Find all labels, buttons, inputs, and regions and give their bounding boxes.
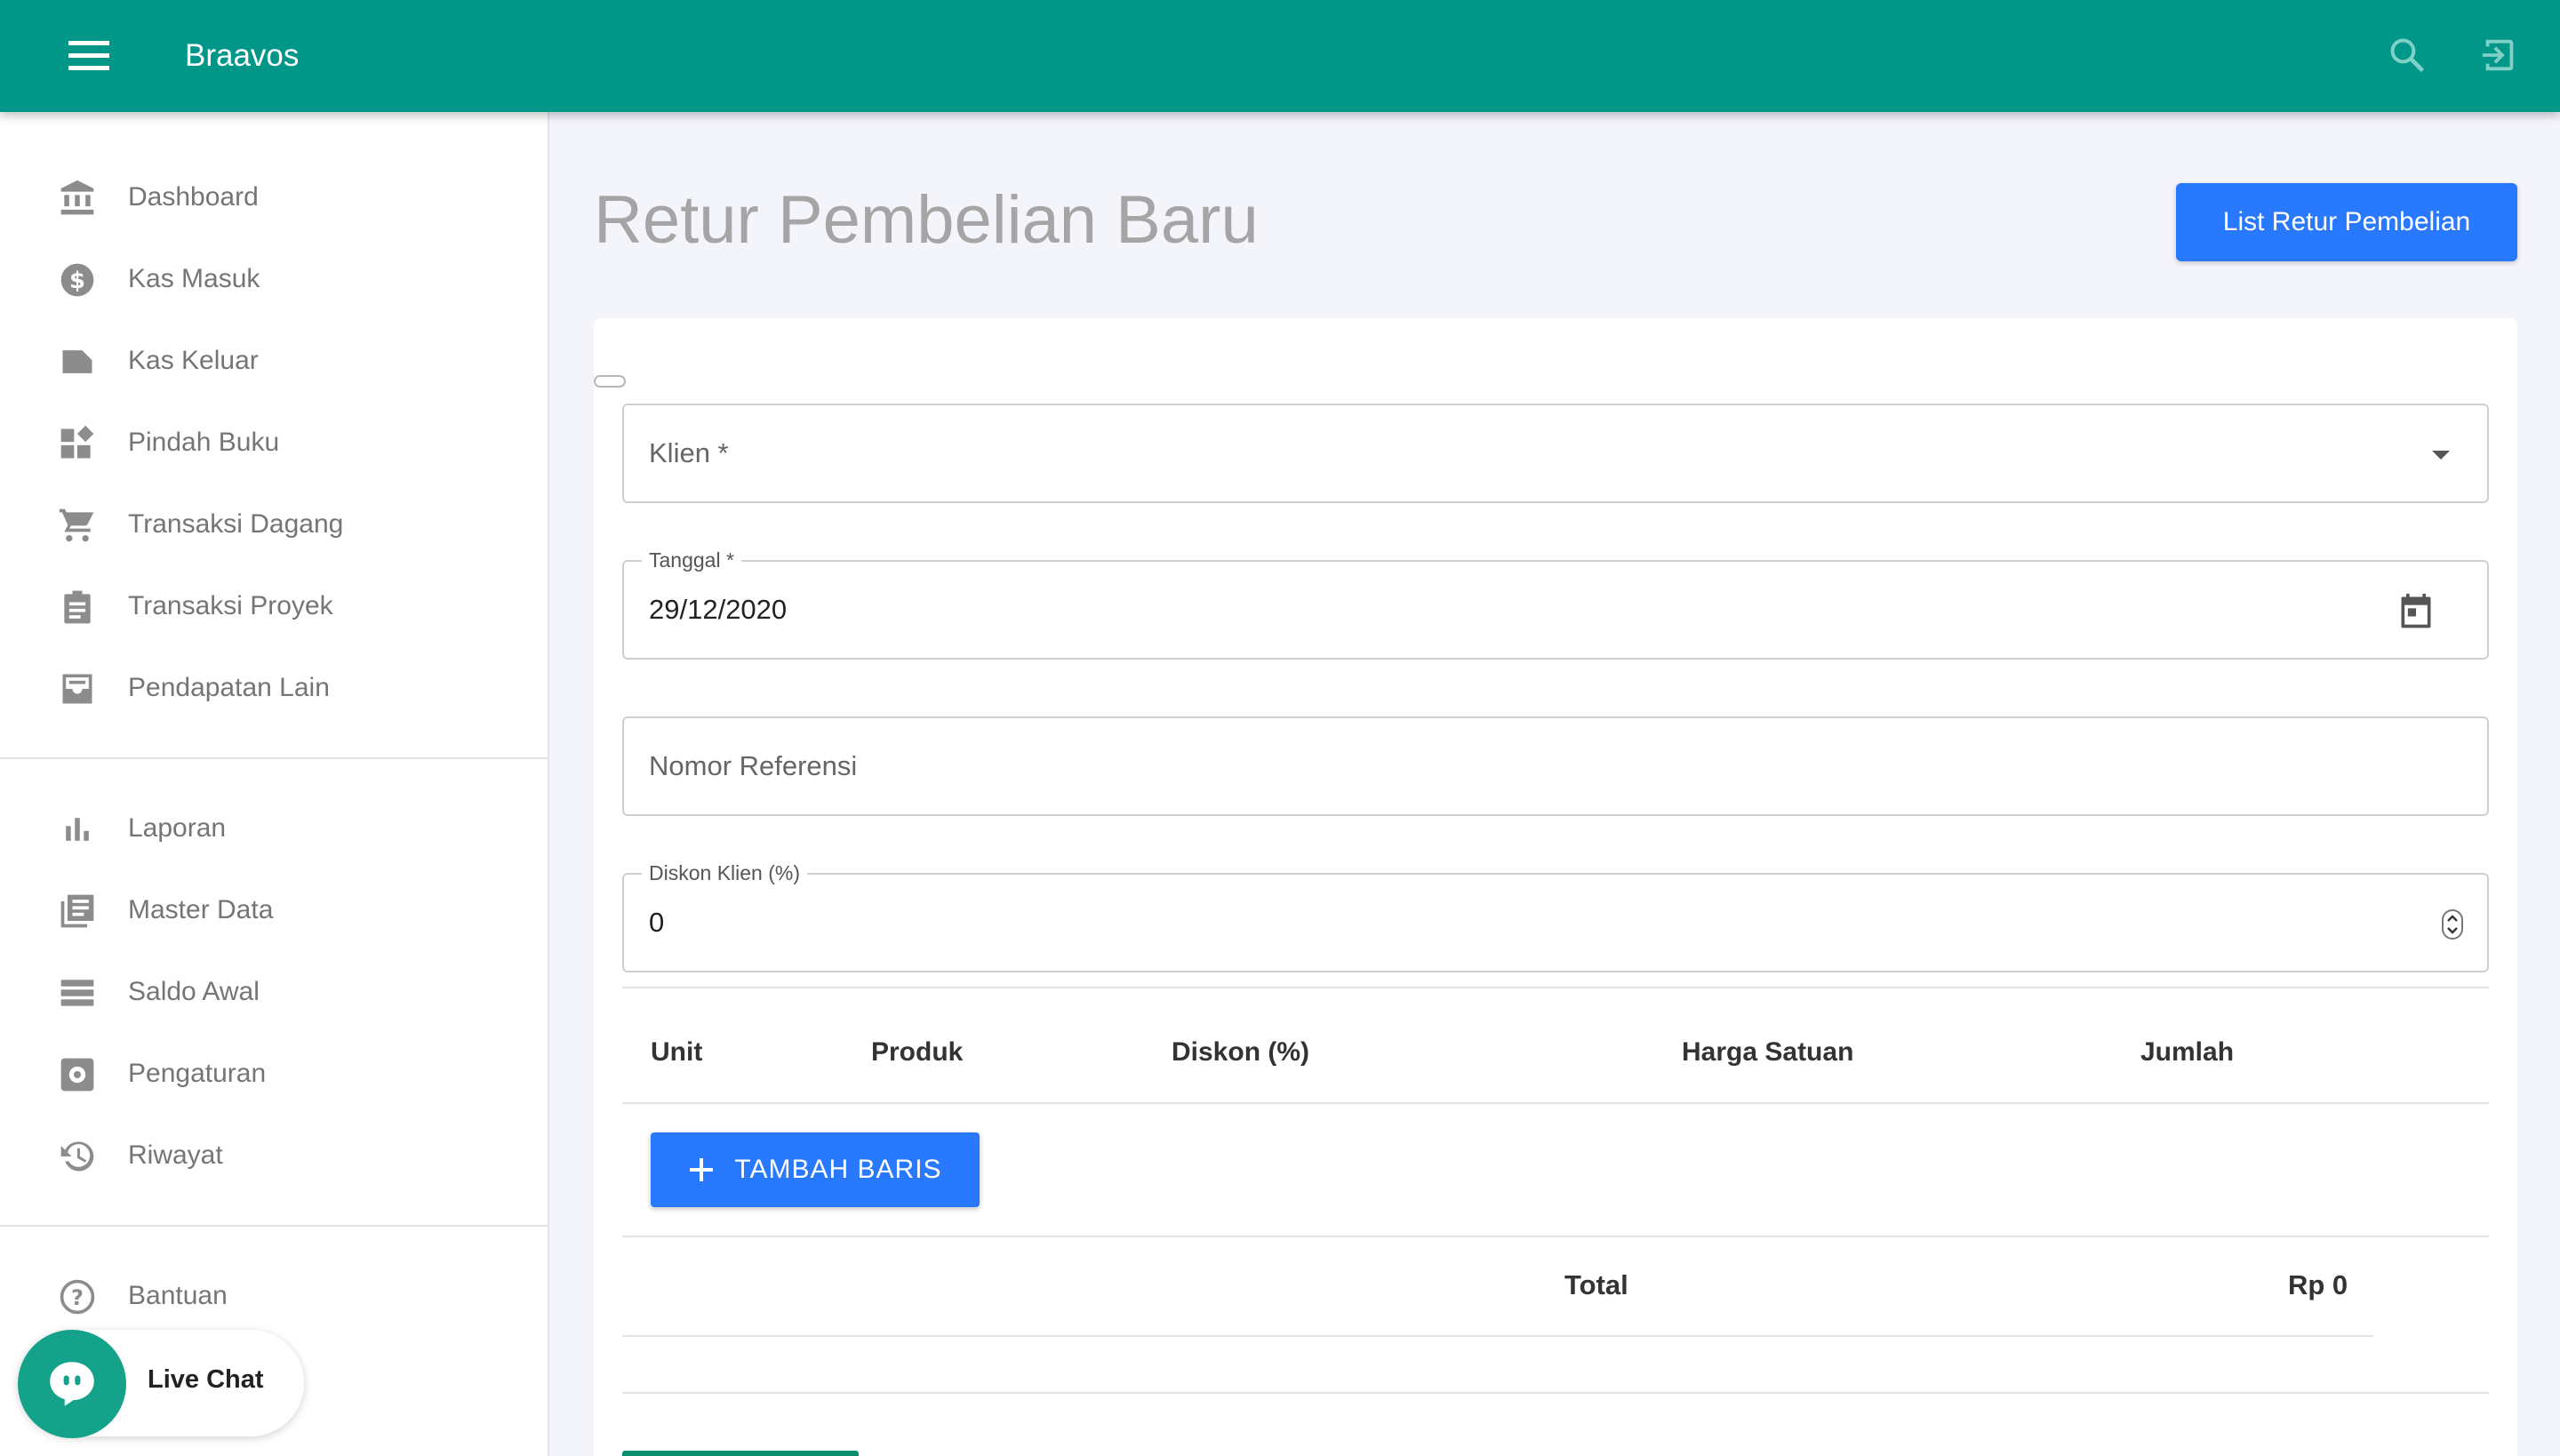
sidebar-item-label: Dashboard: [128, 182, 259, 212]
sidebar-item-kas-keluar[interactable]: Kas Keluar: [0, 325, 548, 396]
table-bottom-divider: [622, 1392, 2489, 1394]
tambah-baris-label: TAMBAH BARIS: [734, 1155, 942, 1184]
list-retur-pembelian-button[interactable]: List Retur Pembelian: [2176, 183, 2517, 261]
svg-text:$: $: [69, 268, 85, 294]
sidebar-item-saldo-awal[interactable]: Saldo Awal: [0, 956, 548, 1028]
label-icon: [57, 341, 98, 382]
total-value: Rp 0: [2288, 1269, 2348, 1300]
page-title: Retur Pembelian Baru: [594, 182, 1259, 258]
sidebar-item-label: Pengaturan: [128, 1059, 267, 1088]
column-header-jumlah: Jumlah: [2140, 1037, 2235, 1067]
calendar-icon[interactable]: [2389, 585, 2443, 638]
bank-icon: [57, 178, 98, 219]
logout-button[interactable]: [2471, 27, 2528, 84]
clipboard-icon: [57, 587, 98, 628]
sidebar-item-transaksi-dagang[interactable]: Transaksi Dagang: [0, 489, 548, 560]
dropdown-arrow-icon: [2414, 428, 2468, 482]
history-icon: [57, 1136, 98, 1177]
sidebar-item-label: Bantuan: [128, 1281, 228, 1310]
sidebar-item-label: Pendapatan Lain: [128, 673, 330, 702]
live-chat-button[interactable]: Live Chat: [18, 1330, 304, 1438]
sidebar-item-label: Transaksi Dagang: [128, 509, 344, 539]
tanggal-date-field[interactable]: Tanggal * 29/12/2020: [622, 548, 2489, 660]
svg-text:?: ?: [71, 1285, 84, 1310]
live-chat-label: Live Chat: [148, 1365, 264, 1394]
plus-icon: [688, 1156, 715, 1183]
sidebar-item-pengaturan[interactable]: Pengaturan: [0, 1038, 548, 1109]
library-books-icon: [57, 891, 98, 932]
diskon-klien-input[interactable]: Diskon Klien (%) 0: [622, 860, 2489, 972]
sidebar-item-kas-masuk[interactable]: $ Kas Masuk: [0, 244, 548, 315]
sidebar-divider: [0, 1225, 548, 1227]
number-spinner-icon[interactable]: [2439, 898, 2466, 951]
storage-icon: [57, 972, 98, 1013]
sidebar-item-label: Riwayat: [128, 1140, 223, 1170]
sidebar-item-label: Laporan: [128, 813, 227, 843]
sidebar-item-label: Saldo Awal: [128, 977, 260, 1006]
column-header-diskon: Diskon (%): [1172, 1037, 1310, 1067]
tanggal-value: 29/12/2020: [649, 594, 788, 625]
column-header-produk: Produk: [871, 1037, 964, 1067]
widgets-icon: [57, 423, 98, 464]
logout-icon: [2482, 39, 2514, 71]
klien-select[interactable]: Klien *: [622, 404, 2489, 503]
app-title: Braavos: [185, 38, 300, 73]
collapse-toggle[interactable]: [594, 375, 626, 388]
tambah-baris-button[interactable]: TAMBAH BARIS: [651, 1132, 980, 1207]
sidebar-item-bantuan[interactable]: ? Bantuan: [0, 1260, 548, 1332]
sidebar-item-pendapatan-lain[interactable]: Pendapatan Lain: [0, 652, 548, 724]
tanggal-label: Tanggal *: [642, 548, 741, 572]
nomor-referensi-placeholder: Nomor Referensi: [649, 750, 858, 781]
sidebar-item-laporan[interactable]: Laporan: [0, 793, 548, 864]
table-body-divider: [622, 1236, 2489, 1237]
klien-placeholder: Klien *: [649, 437, 729, 468]
dollar-circle-icon: $: [57, 260, 98, 300]
diskon-klien-label: Diskon Klien (%): [642, 860, 807, 885]
sidebar-item-transaksi-proyek[interactable]: Transaksi Proyek: [0, 571, 548, 642]
total-divider: [622, 1335, 2373, 1337]
sidebar-item-label: Pindah Buku: [128, 428, 280, 457]
help-circle-icon: ?: [57, 1276, 98, 1317]
total-label: Total: [1564, 1269, 1628, 1300]
sidebar-item-riwayat[interactable]: Riwayat: [0, 1120, 548, 1191]
cart-icon: [57, 505, 98, 546]
nomor-referensi-input[interactable]: Nomor Referensi: [622, 716, 2489, 816]
table-top-divider: [622, 987, 2489, 988]
sidebar-item-label: Kas Masuk: [128, 264, 260, 293]
settings-box-icon: [57, 1054, 98, 1095]
sidebar-item-pindah-buku[interactable]: Pindah Buku: [0, 407, 548, 478]
app-bar: Braavos: [0, 0, 2560, 112]
bar-chart-icon: [57, 809, 98, 850]
search-button[interactable]: [2379, 27, 2436, 84]
menu-icon: [68, 41, 109, 70]
sidebar-item-label: Master Data: [128, 895, 274, 924]
menu-button[interactable]: [57, 30, 121, 82]
table-header-divider: [622, 1102, 2489, 1104]
inbox-icon: [57, 668, 98, 709]
chat-bubble-icon: [18, 1330, 126, 1438]
save-button-edge[interactable]: [622, 1451, 859, 1456]
sidebar-item-label: Transaksi Proyek: [128, 591, 333, 620]
diskon-klien-value: 0: [649, 907, 665, 938]
search-icon: [2390, 38, 2425, 73]
sidebar-item-master-data[interactable]: Master Data: [0, 875, 548, 946]
sidebar-item-dashboard[interactable]: Dashboard: [0, 162, 548, 233]
column-header-harga-satuan: Harga Satuan: [1682, 1037, 1854, 1067]
sidebar-item-label: Kas Keluar: [128, 346, 259, 375]
column-header-unit: Unit: [651, 1037, 703, 1067]
sidebar-divider: [0, 757, 548, 759]
sidebar: Dashboard $ Kas Masuk Kas Keluar Pindah …: [0, 112, 549, 1456]
